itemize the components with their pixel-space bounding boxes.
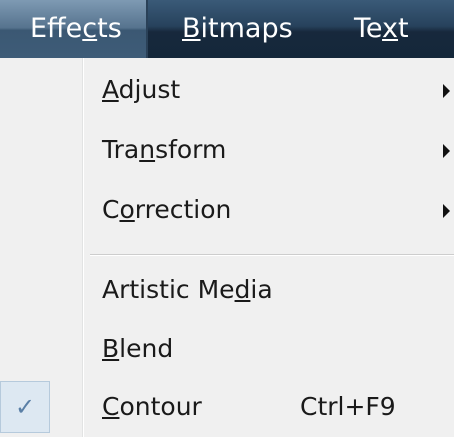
menu-item-contour[interactable]: ✓ Contour Ctrl+F9 — [0, 378, 454, 436]
menu-item-blend[interactable]: Blend — [0, 320, 454, 378]
submenu-arrow-icon — [443, 204, 450, 218]
checkmark-icon: ✓ — [0, 381, 50, 433]
menu-item-adjust[interactable]: Adjust — [0, 61, 454, 119]
menu-item-contour-shortcut: Ctrl+F9 — [300, 392, 396, 421]
menu-bar: Effects Bitmaps Text — [0, 0, 454, 58]
menu-item-artistic-media-label: Artistic Media — [102, 275, 273, 304]
menu-item-contour-label: Contour — [102, 392, 202, 421]
menu-effects-label-pre: Effe — [30, 13, 83, 44]
menu-item-artistic-media[interactable]: Artistic Media — [0, 261, 454, 319]
menu-separator-highlight — [90, 255, 454, 256]
menu-item-correction[interactable]: Correction — [0, 181, 454, 239]
menu-effects[interactable]: Effects — [0, 0, 148, 58]
menu-text-label-mnemonic: x — [382, 13, 399, 44]
menu-item-adjust-label: Adjust — [102, 75, 181, 104]
menu-item-blend-label: Blend — [102, 334, 174, 363]
submenu-arrow-icon — [443, 84, 450, 98]
menu-item-transform[interactable]: Transform — [0, 121, 454, 179]
menu-item-transform-label: Transform — [102, 135, 227, 164]
menu-text[interactable]: Text — [330, 0, 454, 58]
effects-dropdown-menu: Adjust Transform Correction Artistic Med… — [0, 58, 454, 437]
menu-effects-label-mnemonic: c — [82, 13, 98, 44]
menu-effects-label-post: ts — [97, 13, 122, 44]
menu-item-correction-label: Correction — [102, 195, 232, 224]
menu-text-label-pre: Te — [354, 13, 383, 44]
menu-text-label-post: t — [398, 13, 409, 44]
menu-bitmaps-label-post: itmaps — [200, 13, 293, 44]
menu-bitmaps[interactable]: Bitmaps — [158, 0, 318, 58]
submenu-arrow-icon — [443, 144, 450, 158]
menu-bitmaps-label-mnemonic: B — [182, 13, 201, 44]
